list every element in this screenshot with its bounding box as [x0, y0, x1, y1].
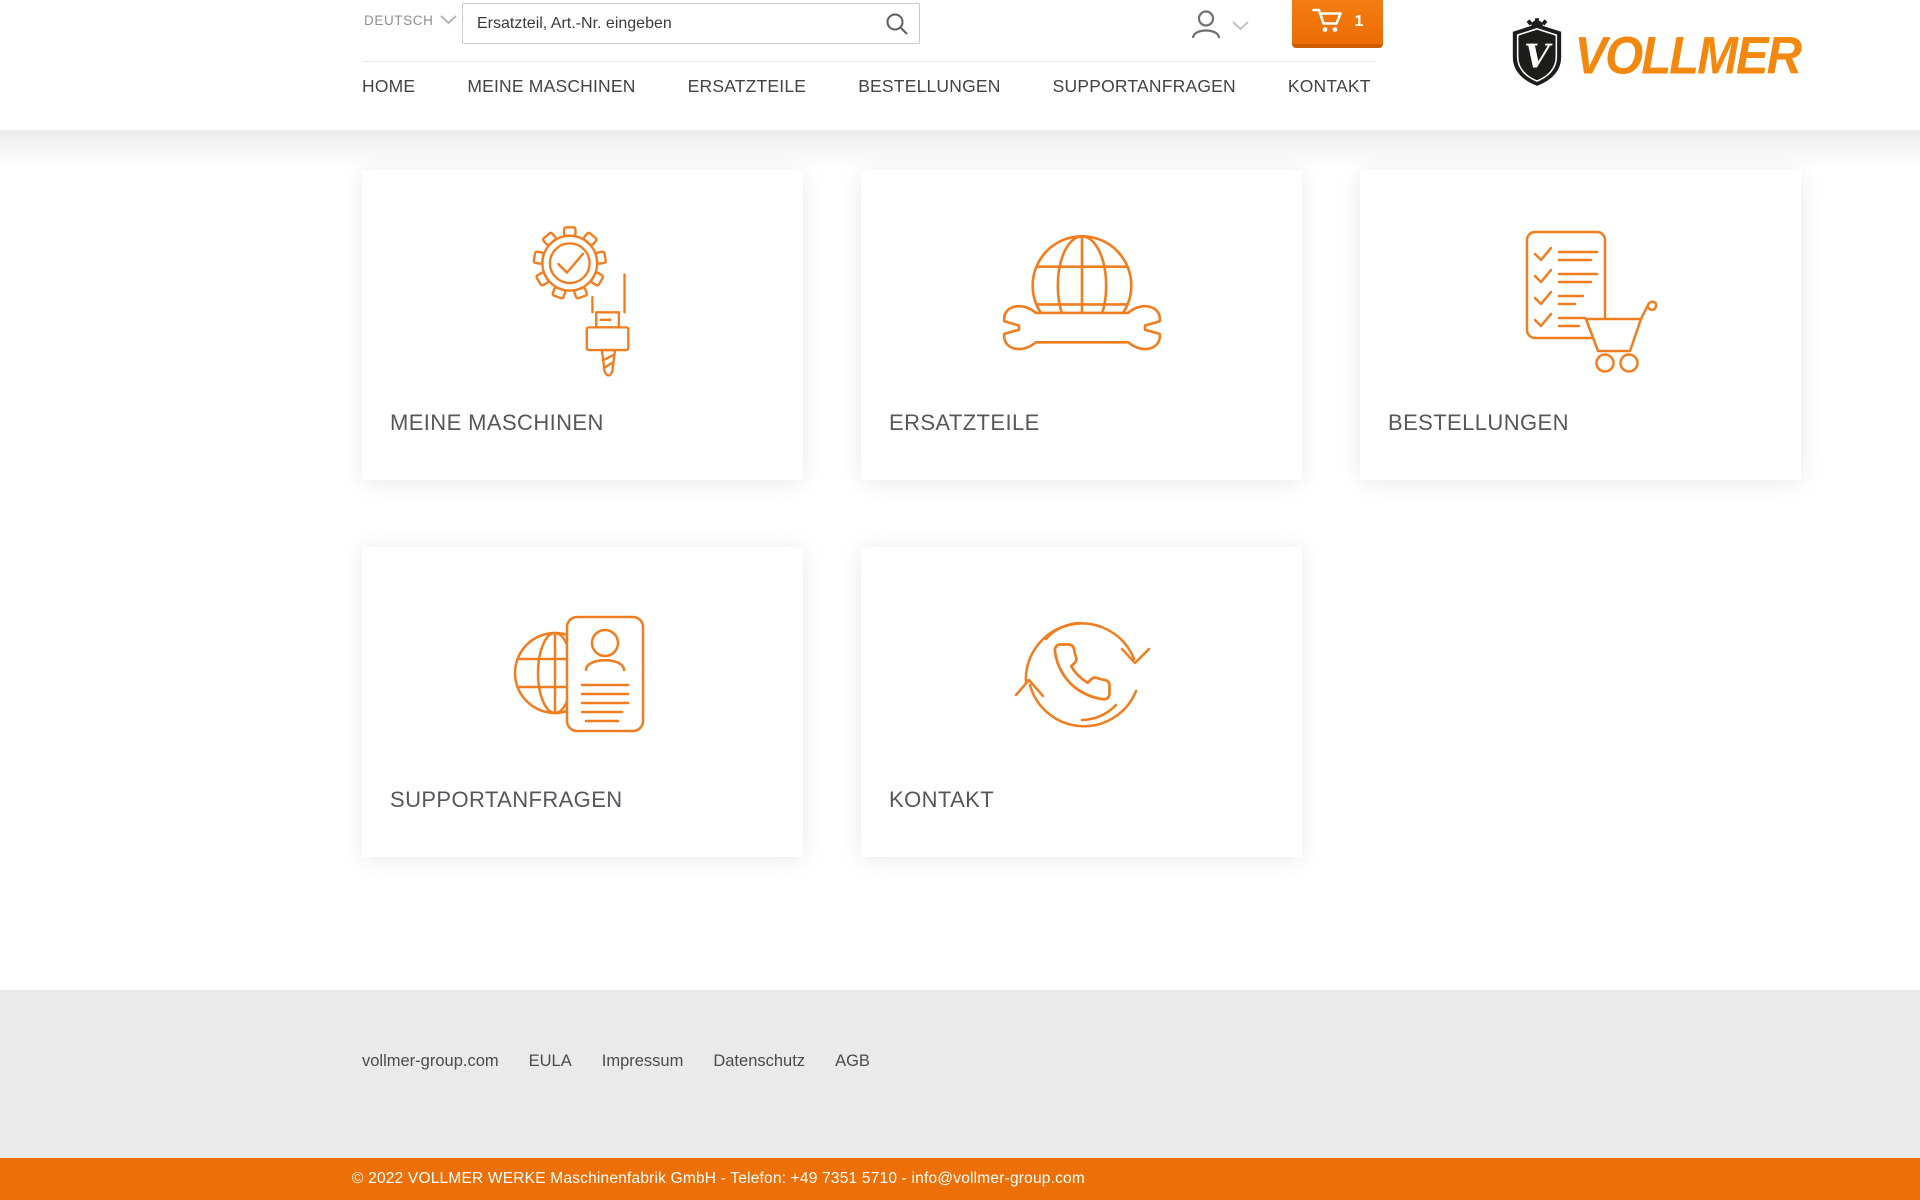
user-icon	[1188, 6, 1224, 47]
search-box	[462, 3, 920, 44]
top-utility-bar: DEUTSCH	[362, 0, 1375, 62]
cart-button[interactable]: 1	[1292, 0, 1383, 48]
card-bestellungen[interactable]: BESTELLUNGEN	[1360, 170, 1801, 480]
globe-wrench-icon	[861, 216, 1302, 364]
card-label: ERSATZTEILE	[889, 410, 1040, 436]
dashboard-tiles: MEINE MASCHINEN ERSATZTEILE	[362, 170, 1800, 857]
cart-count-badge: 1	[1355, 13, 1364, 31]
nav-item-bestellungen[interactable]: BESTELLUNGEN	[858, 76, 1000, 97]
nav-item-kontakt[interactable]: KONTAKT	[1288, 76, 1371, 97]
card-label: KONTAKT	[889, 787, 994, 813]
card-supportanfragen[interactable]: SUPPORTANFRAGEN	[362, 547, 803, 857]
footer-links: vollmer-group.com EULA Impressum Datensc…	[362, 1052, 870, 1071]
vollmer-shield-icon: V	[1508, 18, 1566, 93]
card-kontakt[interactable]: KONTAKT	[861, 547, 1302, 857]
card-meine-maschinen[interactable]: MEINE MASCHINEN	[362, 170, 803, 480]
copyright-bar: © 2022 VOLLMER WERKE Maschinenfabrik Gmb…	[0, 1158, 1920, 1200]
checklist-cart-icon	[1360, 216, 1801, 376]
language-label: DEUTSCH	[364, 13, 433, 28]
globe-contact-card-icon	[362, 593, 803, 753]
header: DEUTSCH	[0, 0, 1920, 130]
nav-item-ersatzteile[interactable]: ERSATZTEILE	[688, 76, 807, 97]
user-account-menu[interactable]	[1188, 6, 1249, 47]
search-icon[interactable]	[884, 11, 910, 37]
footer: vollmer-group.com EULA Impressum Datensc…	[0, 990, 1920, 1158]
card-ersatzteile[interactable]: ERSATZTEILE	[861, 170, 1302, 480]
svg-text:V: V	[1525, 37, 1554, 76]
cart-icon	[1312, 7, 1342, 37]
footer-link-vollmer-group[interactable]: vollmer-group.com	[362, 1052, 499, 1071]
card-label: SUPPORTANFRAGEN	[390, 787, 623, 813]
machine-gear-check-icon	[362, 216, 803, 384]
phone-circular-arrows-icon	[861, 593, 1302, 753]
nav-item-supportanfragen[interactable]: SUPPORTANFRAGEN	[1053, 76, 1236, 97]
vollmer-portal-page: DEUTSCH	[0, 0, 1920, 1200]
vollmer-wordmark: VOLLMER	[1574, 25, 1800, 85]
footer-link-agb[interactable]: AGB	[835, 1052, 870, 1071]
copyright-text: © 2022 VOLLMER WERKE Maschinenfabrik Gmb…	[352, 1158, 1920, 1200]
main-navigation: HOME MEINE MASCHINEN ERSATZTEILE BESTELL…	[362, 76, 1371, 97]
nav-item-meine-maschinen[interactable]: MEINE MASCHINEN	[467, 76, 635, 97]
footer-link-datenschutz[interactable]: Datenschutz	[713, 1052, 805, 1071]
search-input[interactable]	[462, 3, 920, 44]
vollmer-logo[interactable]: V VOLLMER	[1508, 18, 1800, 93]
chevron-down-icon	[1232, 18, 1249, 36]
header-drop-shadow	[0, 130, 1920, 168]
card-label: MEINE MASCHINEN	[390, 410, 604, 436]
card-label: BESTELLUNGEN	[1388, 410, 1569, 436]
footer-link-eula[interactable]: EULA	[529, 1052, 572, 1071]
language-selector[interactable]: DEUTSCH	[364, 13, 457, 28]
chevron-down-icon	[440, 13, 457, 28]
nav-item-home[interactable]: HOME	[362, 76, 415, 97]
footer-link-impressum[interactable]: Impressum	[602, 1052, 684, 1071]
